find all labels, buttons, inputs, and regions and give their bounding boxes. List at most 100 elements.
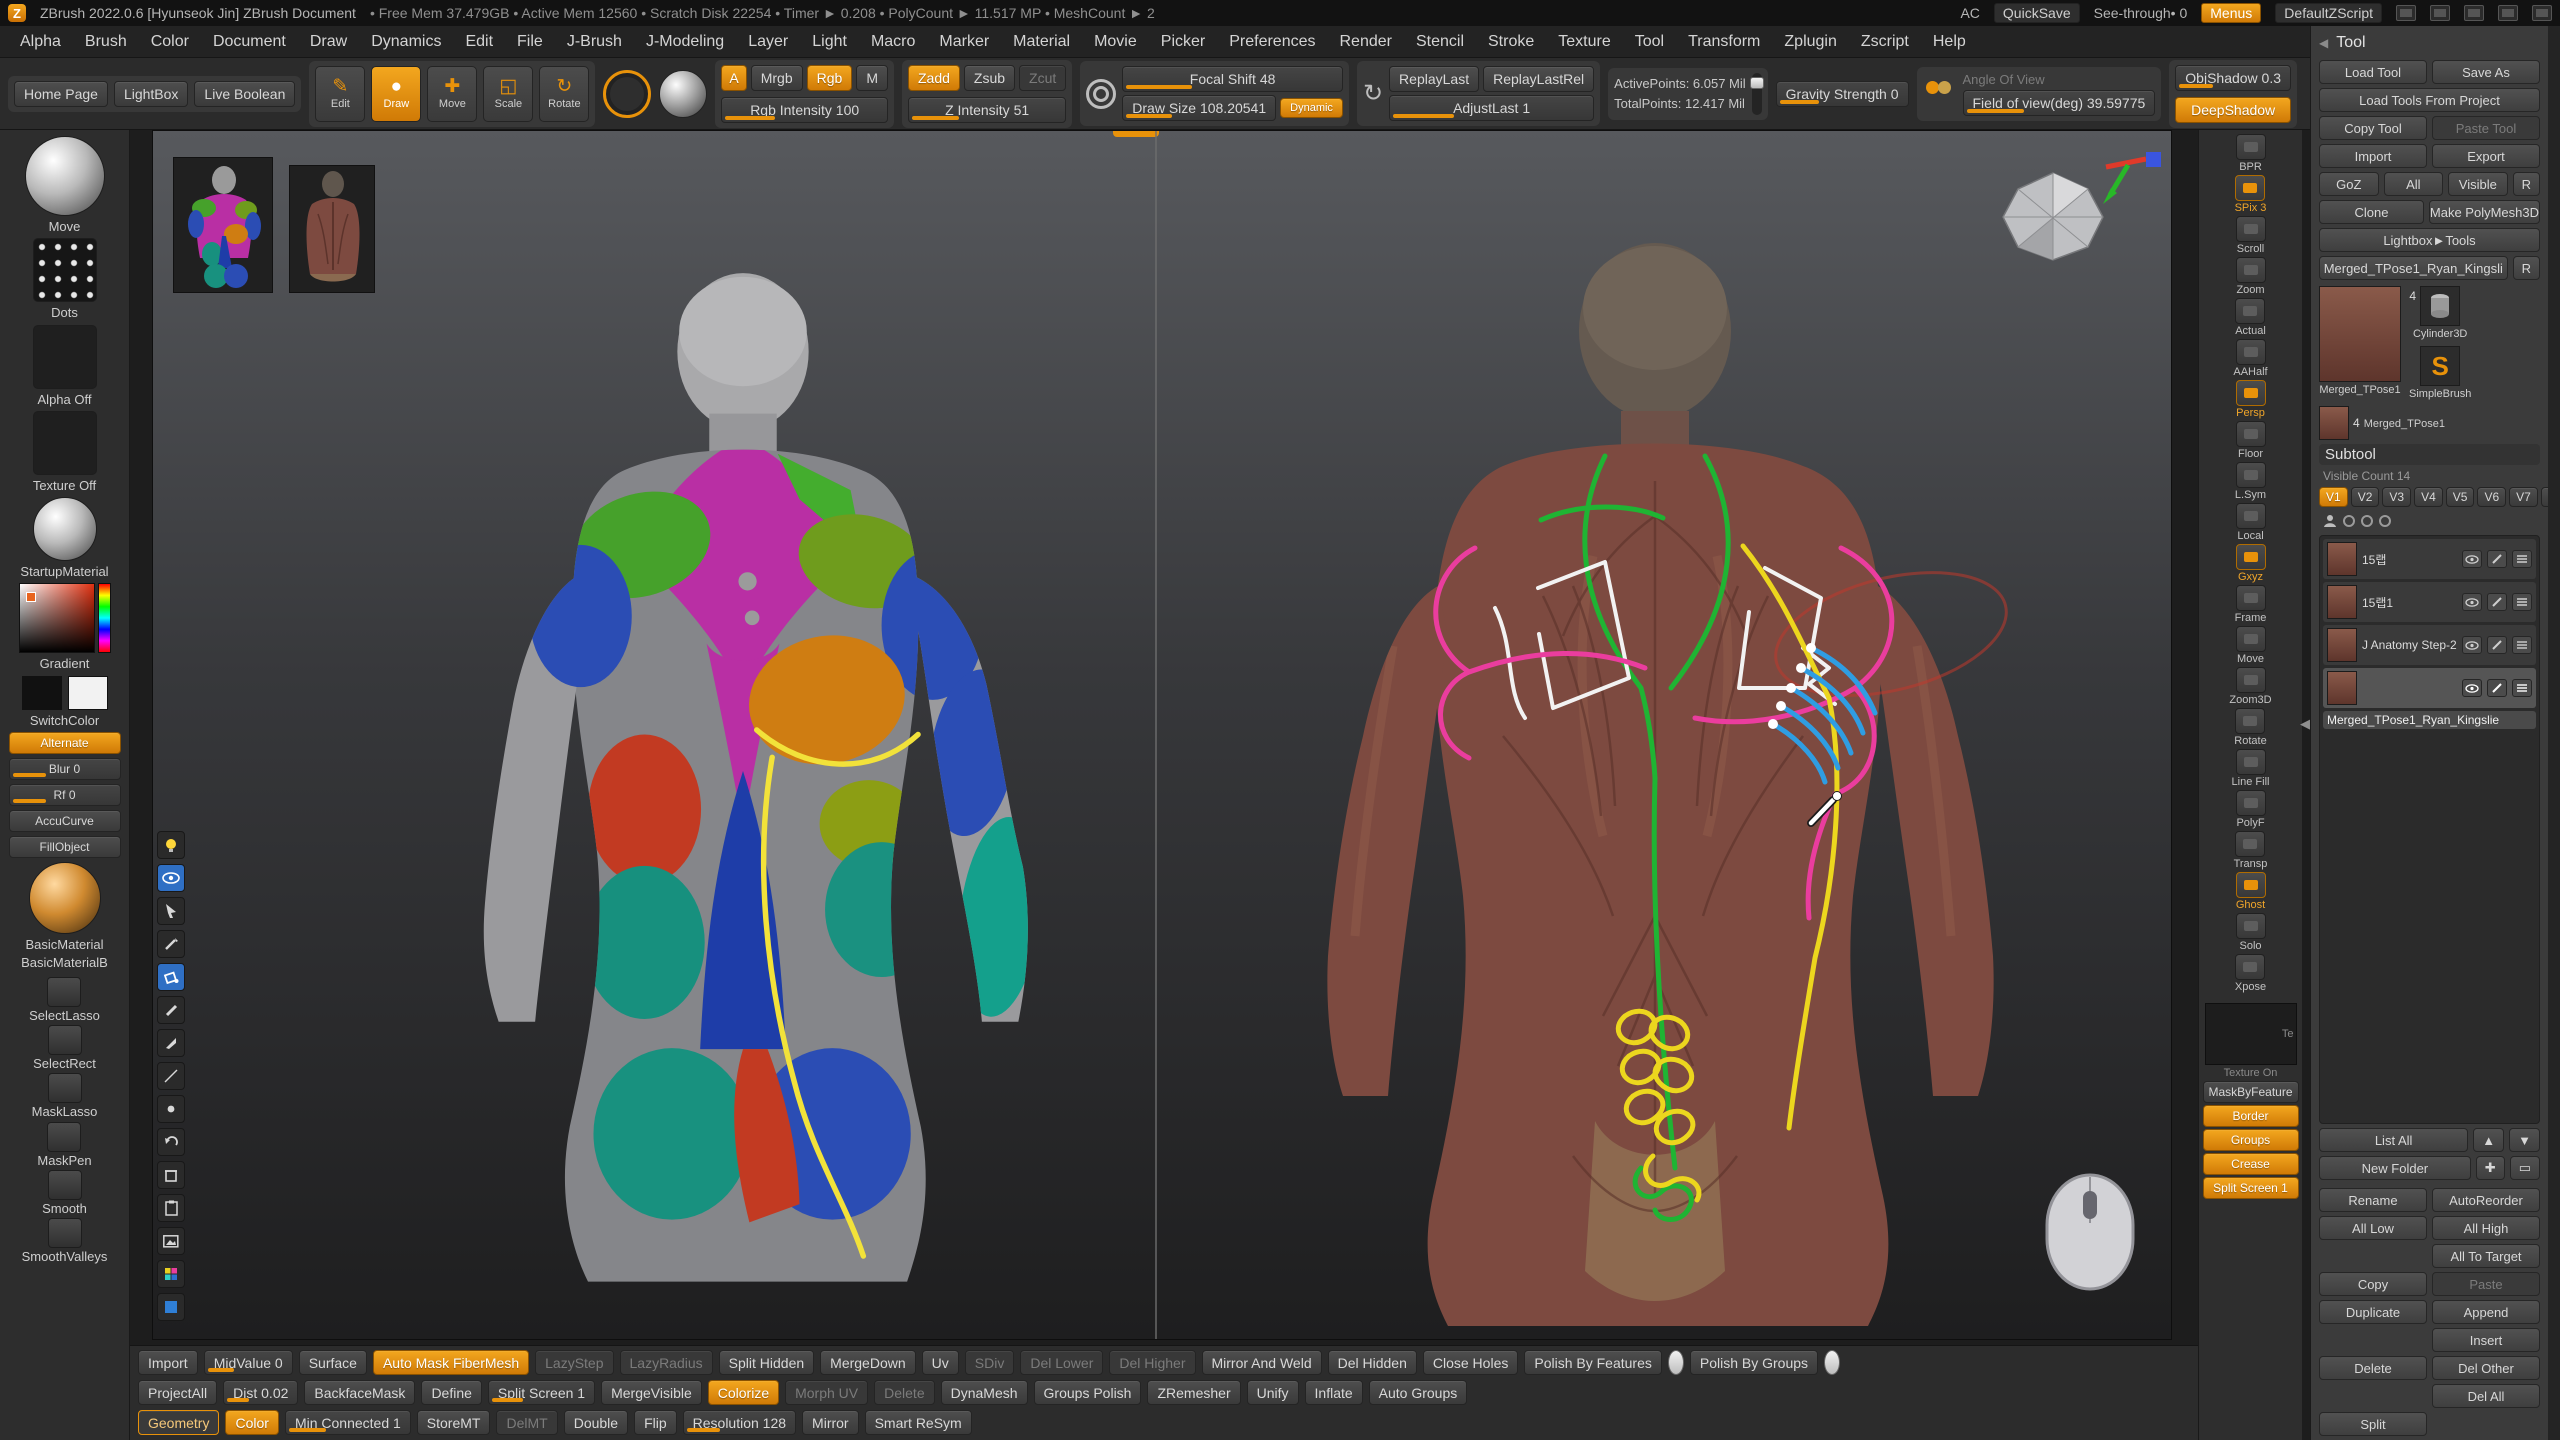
add-icon-button[interactable]: ✚ (2476, 1156, 2505, 1180)
field-of-view-slider[interactable]: Field of view(deg) 39.59775 (1963, 90, 2156, 116)
clipboard-icon[interactable] (157, 1194, 185, 1222)
home-page-button[interactable]: Home Page (14, 81, 108, 107)
version-tab[interactable]: V4 (2414, 487, 2443, 507)
adjust-last-slider[interactable]: AdjustLast 1 (1389, 95, 1594, 121)
bottom-button[interactable]: MergeDown (820, 1350, 915, 1375)
cylinder3d-slot[interactable]: Cylinder3D (2409, 286, 2471, 340)
move-down-button[interactable]: ▼ (2509, 1128, 2540, 1152)
lightbox-button[interactable]: LightBox (114, 81, 188, 107)
brush-icon[interactable] (2487, 636, 2507, 654)
trash-icon[interactable] (157, 1161, 185, 1189)
color-picker[interactable] (19, 583, 111, 653)
dock-tool-button[interactable]: Zoom3D (2229, 667, 2271, 706)
subtool-action-button[interactable]: Append (2432, 1300, 2540, 1324)
bottom-button[interactable]: Split Screen 1 (488, 1380, 595, 1405)
bottom-button[interactable]: Define (421, 1380, 481, 1405)
subtool-action-button[interactable]: Paste (2432, 1272, 2540, 1296)
line-tool-icon[interactable] (157, 1062, 185, 1090)
dock-tool-icon[interactable] (2236, 216, 2266, 242)
bottom-button[interactable]: DelMT (496, 1410, 557, 1435)
obj-shadow-slider[interactable]: ObjShadow 0.3 (2175, 65, 2291, 91)
eye-icon[interactable] (157, 864, 185, 892)
load-tool-button[interactable]: Load Tool (2319, 60, 2427, 84)
new-folder-button[interactable]: New Folder (2319, 1156, 2471, 1180)
bottom-button[interactable]: Delete (874, 1380, 934, 1405)
menu-item[interactable]: Zscript (1855, 31, 1915, 53)
m-button[interactable]: M (856, 65, 888, 91)
save-as-button[interactable]: Save As (2432, 60, 2540, 84)
rgb-button[interactable]: Rgb (807, 65, 853, 91)
quick-brush-item[interactable]: MaskLasso (32, 1073, 98, 1119)
dock-tool-icon[interactable] (2235, 175, 2265, 201)
main-color-swatch[interactable] (22, 676, 62, 710)
alpha-thumb[interactable] (33, 325, 97, 389)
image-icon[interactable] (157, 1227, 185, 1255)
export-button[interactable]: Export (2432, 144, 2540, 168)
dock-tool-icon[interactable] (2236, 339, 2266, 365)
knife-icon[interactable] (157, 1029, 185, 1057)
menu-item[interactable]: J-Modeling (640, 31, 730, 53)
bottom-button[interactable]: Smart ReSym (865, 1410, 972, 1435)
dock-tool-button[interactable]: AAHalf (2233, 339, 2267, 378)
menu-item[interactable]: Stencil (1410, 31, 1470, 53)
subtool-action-button[interactable]: Insert (2432, 1328, 2540, 1352)
active-tool-name[interactable]: Merged_TPose1_Ryan_Kingsli (2319, 256, 2508, 280)
quick-brush-thumb[interactable] (48, 1025, 82, 1055)
subtool-action-button[interactable]: Delete (2319, 1356, 2427, 1380)
menu-item[interactable]: Material (1007, 31, 1076, 53)
menu-item[interactable]: Layer (742, 31, 794, 53)
menu-item[interactable]: Color (145, 31, 195, 53)
subtool-action-button[interactable]: All High (2432, 1216, 2540, 1240)
right-model-anatomy[interactable] (1243, 201, 2043, 1340)
bottom-button[interactable]: StoreMT (417, 1410, 491, 1435)
dock-tool-icon[interactable] (2236, 380, 2266, 406)
bottom-button[interactable]: Double (564, 1410, 628, 1435)
gravity-strength-slider[interactable]: Gravity Strength 0 (1776, 81, 1909, 107)
bottom-button[interactable]: Min Connected 1 (285, 1410, 411, 1435)
version-tab[interactable]: V2 (2351, 487, 2380, 507)
move-up-button[interactable]: ▲ (2473, 1128, 2504, 1152)
menu-item[interactable]: Light (806, 31, 853, 53)
dock-tool-icon[interactable] (2235, 708, 2265, 734)
brush-icon[interactable] (2487, 593, 2507, 611)
brush-icon[interactable] (2487, 679, 2507, 697)
eye-icon[interactable] (2462, 636, 2482, 654)
palette-grid-icon[interactable] (157, 1260, 185, 1288)
bottom-button[interactable]: Split Hidden (719, 1350, 815, 1375)
current-tool-thumb[interactable]: 4 (2319, 286, 2401, 382)
bottom-button[interactable]: Polish By Groups (1690, 1350, 1818, 1375)
move-button[interactable]: ✚Move (427, 66, 477, 122)
zadd-button[interactable]: Zadd (908, 65, 960, 91)
second-tool-slot[interactable]: 4 Merged_TPose1 (2319, 406, 2540, 440)
fill-object-button[interactable]: FillObject (9, 836, 121, 858)
axis-orientation-widget[interactable] (2098, 149, 2168, 211)
bottom-button[interactable]: LazyStep (535, 1350, 613, 1375)
goz-r-button[interactable]: R (2513, 172, 2540, 196)
bottom-button[interactable] (1668, 1350, 1684, 1375)
dock-tool-button[interactable]: Zoom (2236, 257, 2266, 296)
dock-tool-button[interactable]: Actual (2235, 298, 2266, 337)
bottom-button[interactable]: ZRemesher (1147, 1380, 1240, 1405)
menu-item[interactable]: Zplugin (1778, 31, 1842, 53)
bottom-button[interactable]: Surface (299, 1350, 367, 1375)
bottom-button[interactable]: Unify (1247, 1380, 1299, 1405)
deep-shadow-button[interactable]: DeepShadow (2175, 97, 2291, 123)
subtool-thumb[interactable] (2327, 628, 2357, 662)
load-tools-from-project-button[interactable]: Load Tools From Project (2319, 88, 2540, 112)
bottom-button[interactable]: DynaMesh (941, 1380, 1028, 1405)
paint-bucket-icon[interactable] (157, 963, 185, 991)
canvas-split-handle[interactable] (1113, 131, 1159, 137)
dock-tool-button[interactable]: L.Sym (2235, 462, 2266, 501)
subtool-header[interactable]: Subtool (2319, 444, 2540, 465)
bottom-button[interactable]: Inflate (1305, 1380, 1363, 1405)
dock-tool-button[interactable]: Solo (2236, 913, 2266, 952)
quick-brush-item[interactable]: SelectRect (33, 1025, 96, 1071)
bottom-button[interactable]: Close Holes (1423, 1350, 1518, 1375)
split-screen-button[interactable]: Split Screen 1 (2203, 1177, 2299, 1199)
menu-item[interactable]: Alpha (14, 31, 67, 53)
dock-tool-button[interactable]: Xpose (2235, 954, 2266, 993)
dot-tool-icon[interactable] (157, 1095, 185, 1123)
bottom-button[interactable]: Dist 0.02 (223, 1380, 298, 1405)
pencil-icon[interactable] (157, 996, 185, 1024)
tool-palette-header[interactable]: ◀ Tool (2319, 30, 2540, 56)
